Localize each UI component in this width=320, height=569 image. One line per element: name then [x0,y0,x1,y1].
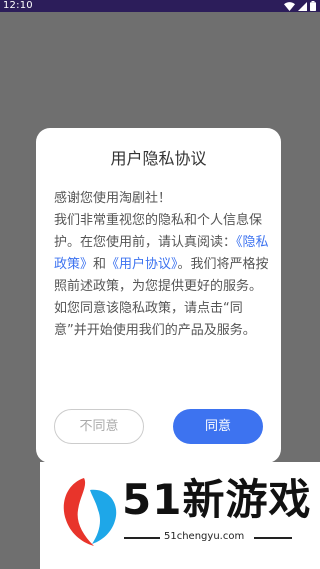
policy-paragraph: 我们非常重视您的隐私和个人信息保护。在您使用前，请认真阅读：《隐私政策》和《用户… [54,210,270,342]
brand-url: 51chengyu.com [164,531,245,542]
dialog-title: 用户隐私协议 [110,149,207,168]
conjunction-text: 和 [93,257,107,272]
body-text-1: 我们非常重视您的隐私和个人信息保护。在您使用前，请认真阅读： [54,213,263,250]
agree-button[interactable]: 同意 [173,409,263,444]
user-agreement-link[interactable]: 《用户协议》 [106,257,178,272]
status-time: 12:10 [3,0,33,11]
status-icons [284,1,316,11]
url-divider-right [254,537,292,539]
brand-logo-icon [60,474,120,552]
status-bar: 12:10 [0,0,320,12]
url-divider-left [124,537,160,539]
wifi-icon [284,1,295,11]
battery-icon [310,1,316,11]
brand-name: 51新游戏 [122,475,312,524]
dialog-body: 感谢您使用淘剧社！ 我们非常重视您的隐私和个人信息保护。在您使用前，请认真阅读：… [54,188,270,342]
greeting-text: 感谢您使用淘剧社！ [54,191,172,206]
disagree-button[interactable]: 不同意 [54,409,144,444]
privacy-dialog: 用户隐私协议 感谢您使用淘剧社！ 我们非常重视您的隐私和个人信息保护。在您使用前… [36,128,281,463]
watermark: 51新游戏 51chengyu.com [40,462,320,569]
signal-icon [298,1,307,11]
